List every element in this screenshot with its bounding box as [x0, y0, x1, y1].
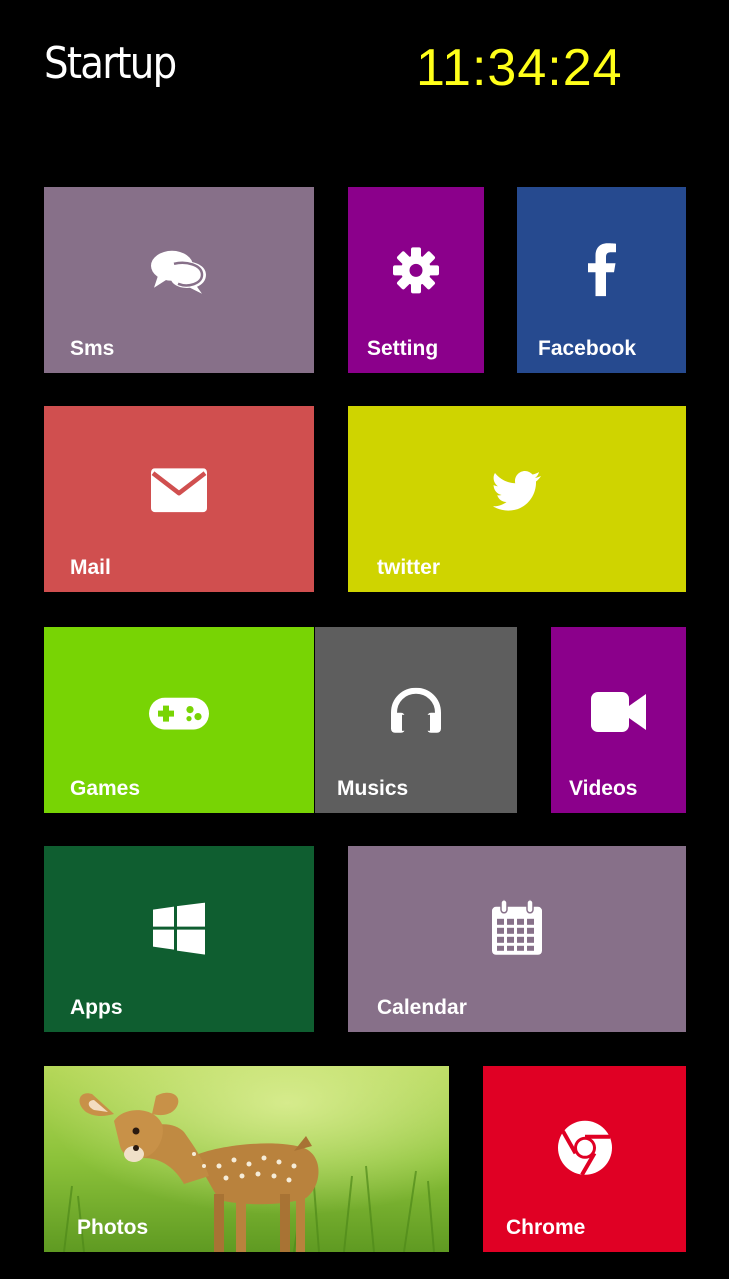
tile-games[interactable]: Games — [44, 627, 314, 813]
tile-label: Photos — [77, 1216, 149, 1239]
tile-label: Facebook — [538, 337, 637, 360]
tile-calendar[interactable]: Calendar — [348, 846, 686, 1032]
tile-sms[interactable]: Sms — [44, 187, 314, 373]
tile-label: Videos — [569, 777, 638, 800]
envelope-icon — [151, 468, 207, 513]
facebook-icon — [587, 242, 617, 297]
tile-musics[interactable]: Musics — [315, 627, 517, 813]
twitter-bird-icon — [493, 471, 541, 511]
tile-setting[interactable]: Setting — [348, 187, 484, 373]
tile-photos[interactable]: Photos — [44, 1066, 449, 1252]
tile-chrome[interactable]: Chrome — [483, 1066, 686, 1252]
windows-logo-icon — [153, 902, 205, 955]
calendar-icon — [491, 899, 543, 956]
tile-label: Sms — [70, 337, 115, 360]
clock: 11:34:24 — [416, 39, 623, 97]
chat-bubbles-icon — [150, 248, 208, 294]
page-title: Startup — [44, 38, 177, 89]
tile-label: Games — [70, 777, 141, 800]
tile-label: Calendar — [377, 996, 467, 1019]
chrome-icon — [557, 1120, 613, 1176]
tile-twitter[interactable]: twitter — [348, 406, 686, 592]
video-camera-icon — [590, 692, 647, 732]
gamepad-icon — [149, 697, 209, 730]
tile-facebook[interactable]: Facebook — [517, 187, 686, 373]
tile-videos[interactable]: Videos — [551, 627, 686, 813]
tile-mail[interactable]: Mail — [44, 406, 314, 592]
tile-label: Mail — [70, 556, 111, 579]
headphones-icon — [389, 687, 443, 734]
tile-label: Musics — [337, 777, 409, 800]
gear-icon — [392, 246, 440, 294]
tile-apps[interactable]: Apps — [44, 846, 314, 1032]
tile-label: Chrome — [506, 1216, 586, 1239]
tile-label: Setting — [367, 337, 439, 360]
tile-label: Apps — [70, 996, 123, 1019]
tile-label: twitter — [377, 556, 440, 579]
